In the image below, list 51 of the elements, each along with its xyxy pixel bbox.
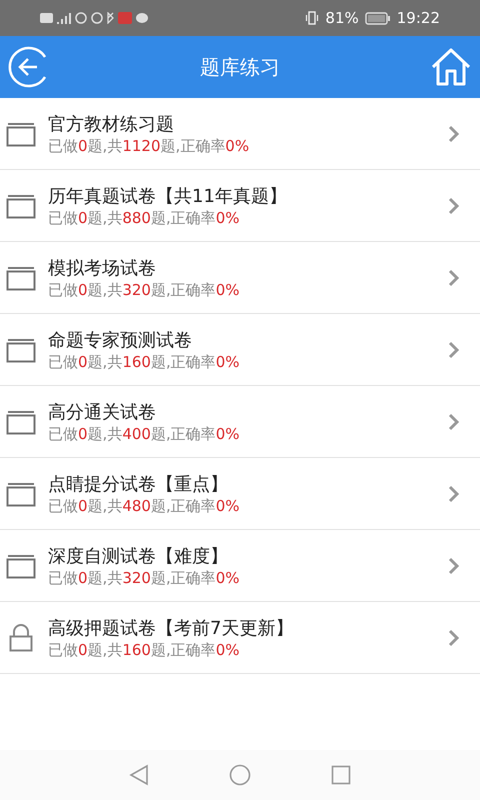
clock-time: 19:22 <box>396 8 440 29</box>
item-stats: 已做0题,共1120题,正确率0% <box>48 136 250 154</box>
item-title: 官方教材练习题 <box>48 112 175 136</box>
exam-list-item[interactable]: 历年真题试卷【共11年真题】 已做0题,共880题,正确率0% <box>0 170 480 242</box>
home-nav-icon[interactable] <box>229 764 251 786</box>
item-title: 模拟考场试卷 <box>48 256 157 280</box>
folder-icon <box>6 336 36 362</box>
back-nav-icon[interactable] <box>129 764 149 786</box>
vibrate-icon <box>305 11 320 25</box>
item-stats: 已做0题,共480题,正确率0% <box>48 496 241 514</box>
recents-nav-icon[interactable] <box>331 765 351 785</box>
chevron-right-icon <box>448 196 460 214</box>
item-title: 深度自测试卷【难度】 <box>48 544 229 568</box>
item-stats: 已做0题,共160题,正确率0% <box>48 352 241 370</box>
app-notification-icon <box>118 12 132 24</box>
battery-percent: 81% <box>325 8 359 29</box>
folder-icon <box>6 408 36 434</box>
item-title: 历年真题试卷【共11年真题】 <box>48 184 288 208</box>
item-stats: 已做0题,共400题,正确率0% <box>48 424 241 442</box>
folder-icon <box>6 120 36 146</box>
folder-icon <box>6 192 36 218</box>
chevron-right-icon <box>448 340 460 358</box>
item-stats: 已做0题,共160题,正确率0% <box>48 640 241 658</box>
bluetooth-icon <box>107 12 114 24</box>
item-title: 命题专家预测试卷 <box>48 328 193 352</box>
folder-icon <box>6 264 36 290</box>
item-stats: 已做0题,共880题,正确率0% <box>48 208 241 226</box>
hd-icon <box>40 13 53 23</box>
item-stats: 已做0题,共320题,正确率0% <box>48 280 241 298</box>
chevron-right-icon <box>448 268 460 286</box>
item-title: 高级押题试卷【考前7天更新】 <box>48 616 294 640</box>
exam-list-item[interactable]: 命题专家预测试卷 已做0题,共160题,正确率0% <box>0 314 480 386</box>
exam-list-item[interactable]: 高级押题试卷【考前7天更新】 已做0题,共160题,正确率0% <box>0 602 480 674</box>
page-title: 题库练习 <box>200 54 280 81</box>
signal-icon <box>57 12 71 24</box>
item-title: 点睛提分试卷【重点】 <box>48 472 229 496</box>
exam-list-item[interactable]: 深度自测试卷【难度】 已做0题,共320题,正确率0% <box>0 530 480 602</box>
item-title: 高分通关试卷 <box>48 400 157 424</box>
folder-icon <box>6 480 36 506</box>
exam-list-item[interactable]: 官方教材练习题 已做0题,共1120题,正确率0% <box>0 98 480 170</box>
chevron-right-icon <box>448 556 460 574</box>
chevron-right-icon <box>448 628 460 646</box>
folder-icon <box>6 552 36 578</box>
chevron-right-icon <box>448 412 460 430</box>
exam-list-item[interactable]: 模拟考场试卷 已做0题,共320题,正确率0% <box>0 242 480 314</box>
exam-list-item[interactable]: 点睛提分试卷【重点】 已做0题,共480题,正确率0% <box>0 458 480 530</box>
chevron-right-icon <box>448 484 460 502</box>
battery-icon <box>364 12 391 24</box>
item-stats: 已做0题,共320题,正确率0% <box>48 568 241 586</box>
chevron-right-icon <box>448 124 460 142</box>
exam-list-item[interactable]: 高分通关试卷 已做0题,共400题,正确率0% <box>0 386 480 458</box>
